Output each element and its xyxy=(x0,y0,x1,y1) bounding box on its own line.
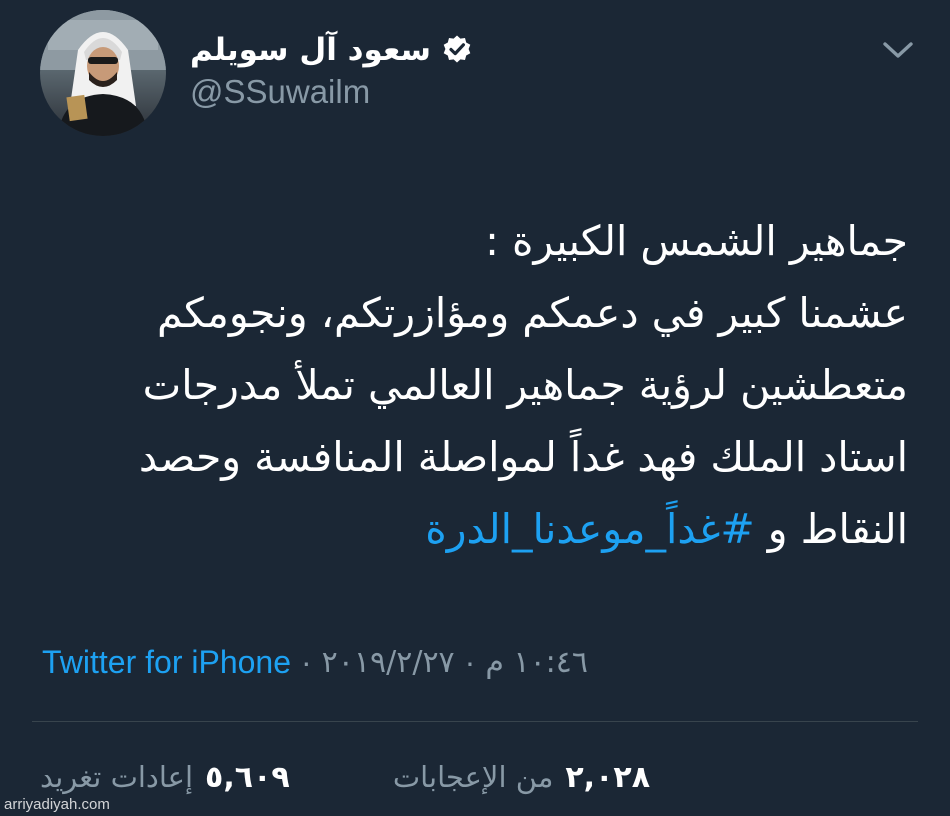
retweets-label: إعادات تغريد xyxy=(40,760,194,794)
tweet-text: جماهير الشمس الكبيرة : عشمنا كبير في دعم… xyxy=(28,205,908,565)
retweets-stat[interactable]: ٥,٦٠٩ إعادات تغريد xyxy=(40,753,290,801)
tweet-meta: Twitter for iPhone · ٢٠١٩/٢/٢٧ · ١٠:٤٦ م xyxy=(42,640,588,684)
likes-stat[interactable]: ٢,٠٢٨ من الإعجابات xyxy=(393,753,650,801)
likes-label: من الإعجابات xyxy=(392,760,554,794)
chevron-down-icon[interactable] xyxy=(880,38,916,62)
tweet-time[interactable]: ١٠:٤٦ م xyxy=(485,645,588,680)
avatar[interactable] xyxy=(40,10,166,136)
tweet-line: عشمنا كبير في دعمكم ومؤازرتكم، ونجومكم xyxy=(156,289,908,337)
watermark: arriyadiyah.com xyxy=(4,796,110,813)
tweet-date[interactable]: ٢٠١٩/٢/٢٧ xyxy=(322,645,455,680)
display-name[interactable]: سعود آل سويلم xyxy=(190,32,431,68)
author-name-row[interactable]: سعود آل سويلم xyxy=(190,26,473,74)
tweet-card: سعود آل سويلم @SSuwailm جماهير الشمس الك… xyxy=(0,0,950,816)
retweets-count: ٥,٦٠٩ xyxy=(205,759,290,795)
tweet-line: جماهير الشمس الكبيرة : xyxy=(485,217,908,265)
likes-count: ٢,٠٢٨ xyxy=(565,759,650,795)
meta-separator: · xyxy=(301,643,312,680)
avatar-image xyxy=(40,10,166,136)
tweet-line: استاد الملك فهد غداً لمواصلة المنافسة وح… xyxy=(138,433,908,481)
tweet-line-last: النقاط و #غداً_موعدنا_الدرة xyxy=(28,493,908,565)
tweet-line: متعطشين لرؤية جماهير العالمي تملأ مدرجات xyxy=(142,361,908,409)
verified-badge-icon xyxy=(443,35,471,63)
meta-separator: · xyxy=(464,643,476,680)
hashtag-link[interactable]: #غداً_موعدنا_الدرة xyxy=(425,505,754,553)
divider xyxy=(32,721,918,722)
source-link[interactable]: Twitter for iPhone xyxy=(42,644,291,681)
tweet-line-prefix: النقاط و xyxy=(767,505,908,553)
user-handle[interactable]: @SSuwailm xyxy=(190,73,370,111)
